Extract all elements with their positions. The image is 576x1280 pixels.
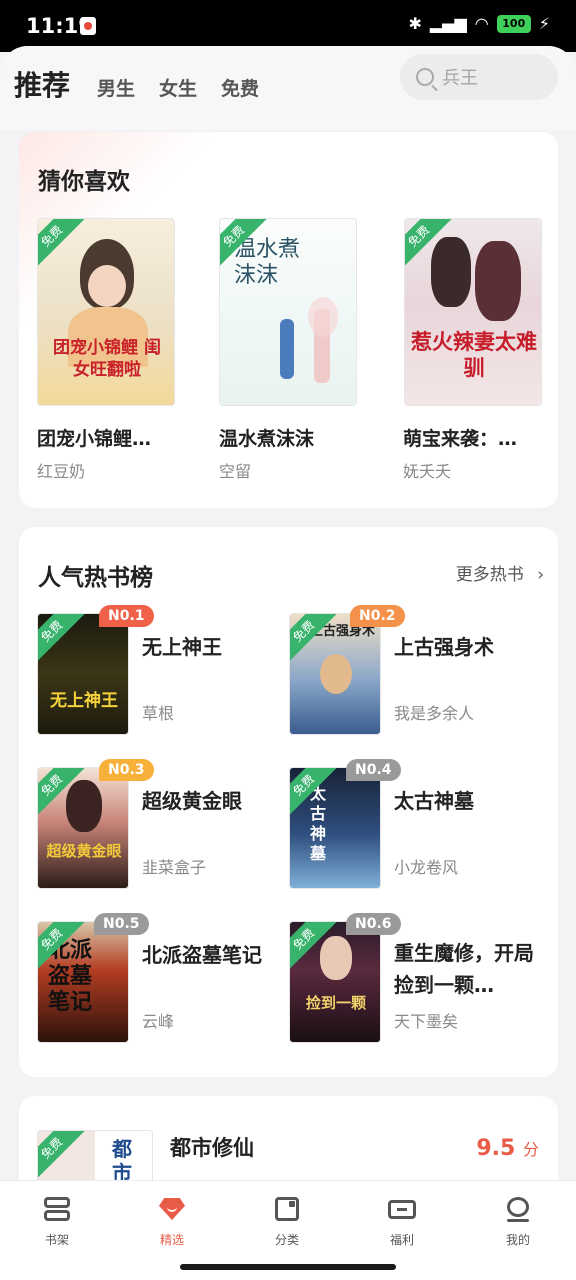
book-title[interactable]: 北派盗墓笔记 [142,939,282,968]
guess-you-like-card: 猜你喜欢 团宠小锦鲤 闺女旺翻啦 免费 团宠小锦鲤… 红豆奶 温水煮沫沫 免费 … [19,132,558,508]
free-badge: 免费 [38,614,85,665]
nav-label: 我的 [505,1233,530,1247]
nav-featured[interactable]: 精选 [132,1195,212,1248]
battery-icon: 100 [496,14,531,33]
rating-value: 9.5 [476,1136,516,1161]
notification-icon [80,17,96,35]
rank-badge: N0.3 [99,759,154,781]
status-bar: 11:19 ✱ ▂▄▆ ◠ 100 ⚡ [0,0,576,52]
wifi-icon: ◠ [474,14,489,33]
nav-welfare[interactable]: 福利 [362,1195,442,1248]
charging-icon: ⚡ [538,14,550,33]
nav-label: 分类 [274,1233,299,1247]
book-cover[interactable]: 惹火辣妻太难驯 免费 [404,218,542,406]
cover-title: 温水煮沫沫 [234,237,301,288]
search-icon [416,68,434,86]
cover-figure [431,237,471,307]
status-icons: ✱ ▂▄▆ ◠ 100 ⚡ [408,14,550,33]
book-title[interactable]: 团宠小锦鲤… [37,424,177,451]
signal-icon: ▂▄▆ [429,14,467,33]
rank-badge: N0.2 [350,605,405,627]
nav-bookshelf[interactable]: 书架 [17,1195,97,1248]
tab-female[interactable]: 女生 [159,74,197,101]
nav-label: 福利 [389,1233,414,1247]
rank-badge: N0.5 [94,913,149,935]
nav-profile[interactable]: 我的 [478,1195,558,1248]
bluetooth-icon: ✱ [408,14,422,33]
book-cover[interactable]: 上古强身术 免费 [289,613,381,735]
hot-books-card: 人气热书榜 更多热书 › 无上神王 免费 N0.1 无上神王 草根 上古强身术 … [19,527,558,1077]
cover-title: 无上神王 [50,691,118,711]
rating-unit: 分 [522,1140,539,1159]
more-hot-label: 更多热书 [455,565,524,585]
tab-recommend[interactable]: 推荐 [14,64,70,104]
cover-title: 团宠小锦鲤 闺女旺翻啦 [53,338,161,380]
book-title[interactable]: 重生魔修，开局捡到一颗… [394,937,534,1001]
search-input[interactable]: 兵王 [400,54,558,100]
book-author: 草根 [142,704,175,723]
profile-icon [504,1195,532,1223]
book-cover[interactable]: 无上神王 免费 [37,613,129,735]
book-author: 空留 [219,462,252,481]
nav-category[interactable]: 分类 [247,1195,327,1248]
book-rating: 9.5 分 [476,1136,539,1161]
book-author: 妩夭夭 [403,462,452,481]
cover-face [320,936,352,980]
cover-face [320,654,352,694]
book-author: 红豆奶 [37,462,86,481]
book-title[interactable]: 温水煮沫沫 [219,424,359,451]
book-title[interactable]: 超级黄金眼 [142,785,272,814]
cover-title: 太古神墓 [310,784,327,863]
book-cover[interactable]: 团宠小锦鲤 闺女旺翻啦 免费 [37,218,175,406]
tab-male[interactable]: 男生 [97,74,135,101]
book-cover[interactable]: 超级黄金眼 免费 [37,767,129,889]
top-nav: 推荐 男生 女生 免费 兵王 [0,46,576,130]
cover-title: 惹火辣妻太难驯 [411,330,537,380]
search-placeholder: 兵王 [442,68,478,89]
tab-free[interactable]: 免费 [221,74,259,101]
hot-title: 人气热书榜 [38,565,153,591]
book-title[interactable]: 无上神王 [142,631,272,660]
bookshelf-icon [43,1195,71,1223]
book-title[interactable]: 萌宝来袭：… [403,424,543,451]
book-title[interactable]: 太古神墓 [394,785,544,814]
nav-label: 书架 [44,1233,69,1247]
book-author: 韭菜盒子 [142,858,207,877]
cover-flowers [308,297,338,337]
rank-badge: N0.1 [99,605,154,627]
chevron-right-icon: › [537,565,544,585]
rank-badge: N0.6 [346,913,401,935]
cover-figure [66,780,102,832]
free-badge: 免费 [38,1131,85,1182]
ticket-icon [388,1195,416,1223]
cover-figure [475,241,521,321]
cover-title: 都市 [112,1137,132,1185]
book-author: 天下墨矣 [394,1012,459,1031]
book-author: 云峰 [142,1012,175,1031]
book-cover[interactable]: 太古神墓 免费 [289,767,381,889]
app-screen: 推荐 男生 女生 免费 兵王 猜你喜欢 团宠小锦鲤 闺女旺翻啦 免费 团宠小锦鲤… [0,46,576,1280]
featured-icon [158,1195,186,1223]
book-title[interactable]: 上古强身术 [394,631,544,660]
book-cover[interactable]: 北派盗墓笔记 免费 [37,921,129,1043]
cover-figure [280,319,294,379]
book-author: 小龙卷风 [394,858,459,877]
book-author: 我是多余人 [394,704,475,723]
book-cover[interactable]: 温水煮沫沫 免费 [219,218,357,406]
book-title[interactable]: 都市修仙 [170,1132,254,1162]
cover-title: 超级黄金眼 [46,842,122,860]
guess-title: 猜你喜欢 [38,169,130,195]
rank-badge: N0.4 [346,759,401,781]
more-hot-link[interactable]: 更多热书 › [456,560,544,585]
cover-title: 捡到一颗 [305,994,366,1012]
cover-face [88,265,126,307]
book-cover[interactable]: 捡到一颗 免费 [289,921,381,1043]
free-badge: 免费 [38,219,85,270]
nav-label: 精选 [159,1233,184,1247]
home-indicator[interactable] [180,1264,396,1270]
category-icon [273,1195,301,1223]
